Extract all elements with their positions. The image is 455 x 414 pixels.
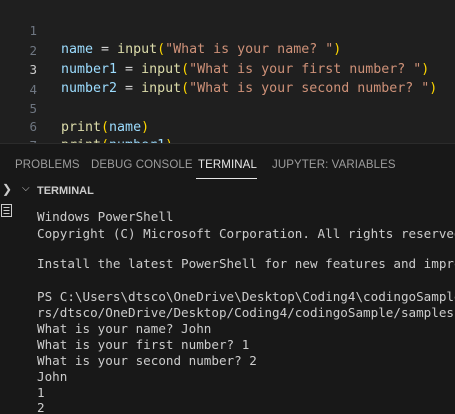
line-number: 7 (0, 136, 37, 143)
code-line[interactable]: 1 name = input("What is your name? ") (0, 2, 455, 57)
chevron-down-icon[interactable]: ⌵ (22, 183, 30, 194)
terminal-line: Install the latest PowerShell for new fe… (37, 256, 455, 271)
code-line[interactable]: 2 number1 = input("What is your first nu… (0, 22, 455, 77)
terminal-line: Copyright (C) Microsoft Corporation. All… (37, 226, 455, 241)
code-line[interactable]: 3 number2 = input("What is your second n… (0, 41, 455, 96)
tab-jupyter-variables[interactable]: JUPYTER: VARIABLES (272, 159, 396, 171)
terminal-line: What is your second number? 2 (37, 353, 257, 368)
terminal-line: What is your name? John (37, 321, 212, 336)
code-line[interactable]: 6 print(number1) (0, 98, 455, 143)
chevron-right-icon[interactable]: ❯ (2, 182, 12, 196)
terminal-line: rs/dtsco/OneDrive/Desktop/Coding4/coding… (37, 305, 455, 320)
active-tab-indicator (196, 178, 257, 179)
tab-terminal[interactable]: TERMINAL (198, 159, 257, 171)
terminal-line: 2 (37, 400, 45, 414)
tab-problems[interactable]: PROBLEMS (15, 159, 80, 171)
code-line[interactable]: 4 (0, 61, 455, 97)
code-editor[interactable]: 1 name = input("What is your name? ") 2 … (0, 0, 455, 143)
terminal-line: PS C:\Users\dtsco\OneDrive\Desktop\Codin… (37, 289, 455, 304)
terminal-output[interactable]: Windows PowerShell Copyright (C) Microso… (0, 202, 455, 414)
terminal-line: What is your first number? 1 (37, 337, 250, 352)
terminal-section-header[interactable]: ❯ ⌵ TERMINAL (0, 180, 455, 202)
section-title: TERMINAL (37, 185, 94, 197)
terminal-line: Windows PowerShell (37, 209, 174, 224)
terminal-list-icon[interactable] (1, 204, 12, 217)
panel-tab-bar: PROBLEMS DEBUG CONSOLE TERMINAL JUPYTER:… (0, 143, 455, 180)
tab-debug-console[interactable]: DEBUG CONSOLE (91, 159, 193, 171)
terminal-line: John (37, 369, 68, 384)
code-line[interactable]: 7 print(number2) (0, 117, 455, 143)
code-line[interactable]: 5 print(name) (0, 80, 455, 135)
